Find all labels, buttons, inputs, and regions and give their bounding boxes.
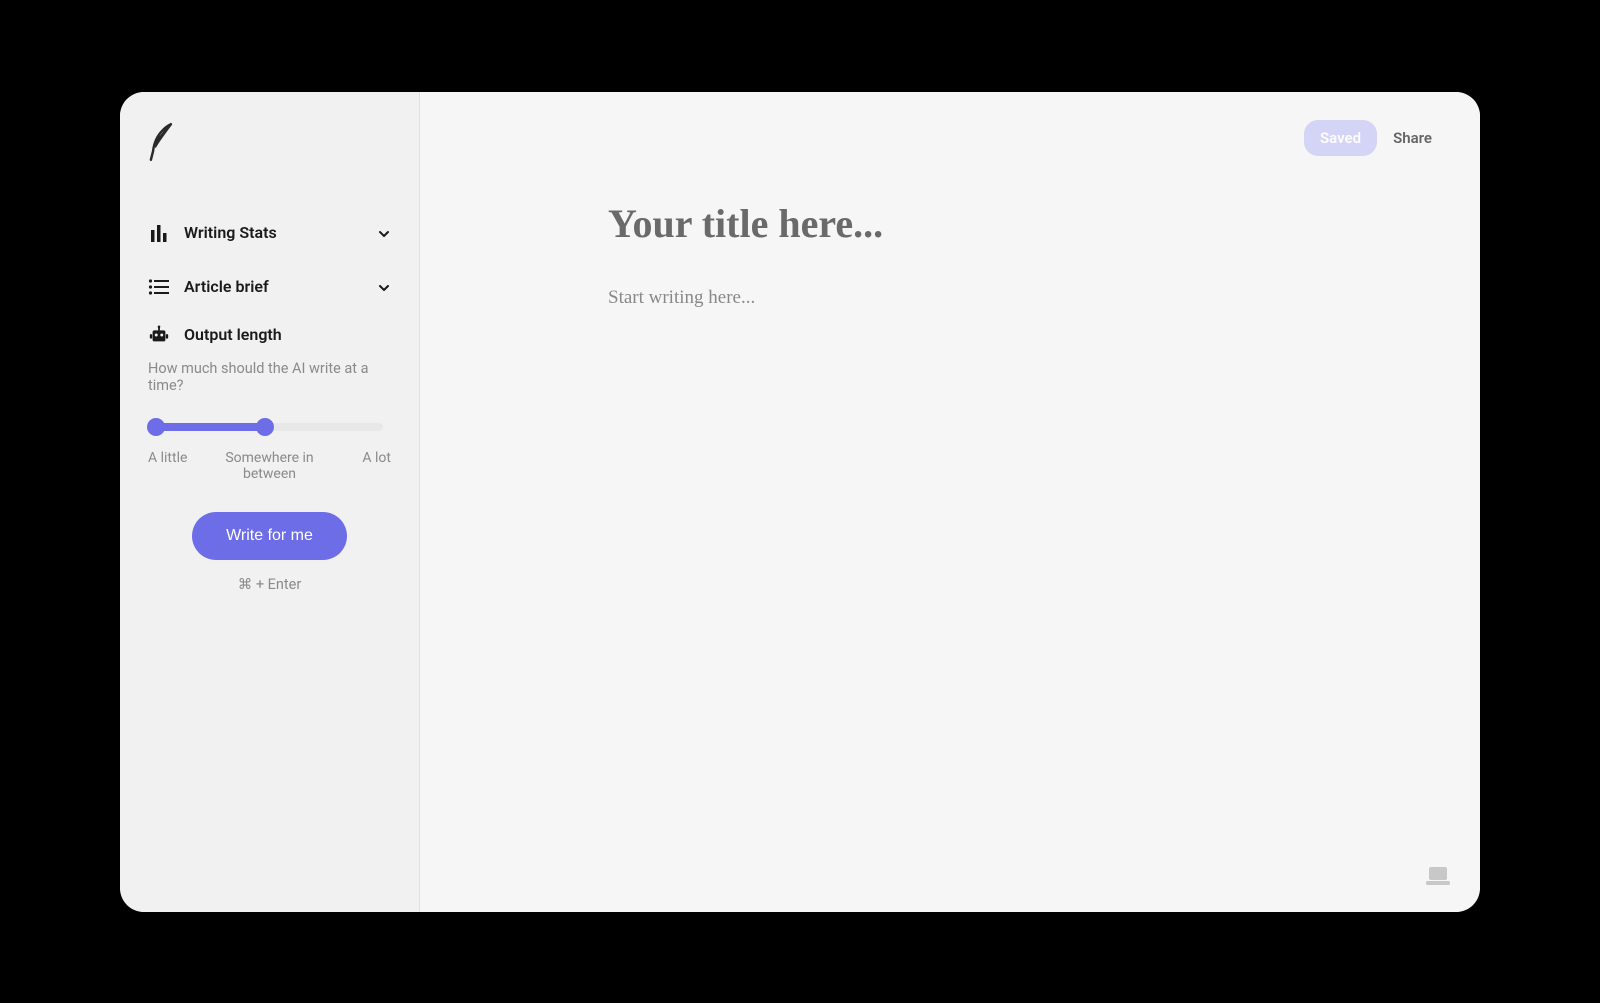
output-length-section: Output length How much should the AI wri… (148, 324, 391, 593)
write-for-me-button[interactable]: Write for me (192, 512, 347, 560)
slider-thumb[interactable] (147, 418, 165, 436)
feather-icon (148, 122, 176, 162)
bar-chart-icon (148, 222, 170, 244)
slider-label-min: A little (148, 450, 219, 482)
editor-area: Saved Share (420, 92, 1480, 912)
sidebar: Writing Stats (120, 92, 420, 912)
chevron-down-icon (377, 280, 391, 294)
sidebar-section-writing-stats[interactable]: Writing Stats (148, 206, 391, 260)
robot-icon (148, 324, 170, 346)
app-logo (148, 122, 391, 166)
body-input[interactable] (608, 287, 1308, 309)
keyboard-shortcut-hint: ⌘ + Enter (238, 576, 302, 593)
chevron-down-icon (377, 226, 391, 240)
output-length-description: How much should the AI write at a time? (148, 360, 391, 394)
writing-stats-label: Writing Stats (184, 223, 277, 242)
share-button[interactable]: Share (1393, 129, 1432, 147)
slider-label-max: A lot (320, 450, 391, 482)
slider-thumb[interactable] (256, 418, 274, 436)
app-window: Writing Stats (120, 92, 1480, 912)
list-icon (148, 276, 170, 298)
header-actions: Saved Share (1304, 120, 1432, 156)
output-length-slider[interactable] (148, 422, 391, 432)
sidebar-section-article-brief[interactable]: Article brief (148, 260, 391, 314)
output-length-title: Output length (184, 325, 282, 344)
laptop-icon (1424, 864, 1452, 888)
slider-label-mid: Somewhere in between (219, 450, 319, 482)
title-input[interactable] (608, 200, 1308, 247)
article-brief-label: Article brief (184, 277, 269, 296)
saved-badge: Saved (1304, 120, 1377, 156)
